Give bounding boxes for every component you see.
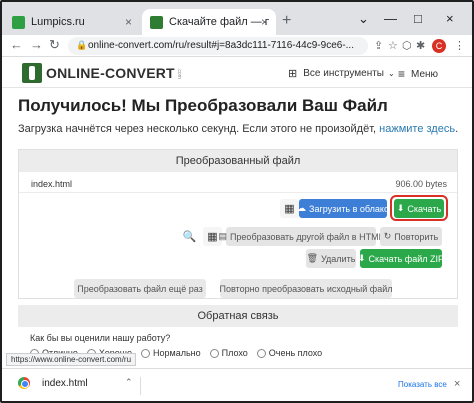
- chrome-file-icon: [18, 377, 30, 389]
- convert-other-button[interactable]: ▤ Преобразовать другой файл в HTML: [218, 227, 384, 246]
- feedback-question: Как бы вы оценили нашу работу?: [30, 333, 171, 343]
- forward-icon[interactable]: →: [30, 37, 43, 52]
- logo-mark-icon: [22, 63, 42, 83]
- lock-icon: 🔒: [76, 40, 88, 50]
- download-here-link[interactable]: нажмите здесь: [379, 123, 455, 135]
- browser-window: Lumpics.ru × Скачайте файл — преобразова…: [0, 0, 474, 403]
- new-tab-button[interactable]: +: [282, 12, 291, 30]
- radio-icon: [256, 348, 266, 358]
- tab-strip: Lumpics.ru × Скачайте файл — преобразова…: [2, 2, 472, 35]
- minimize-button[interactable]: —: [384, 11, 397, 26]
- close-downloads-icon[interactable]: ×: [454, 378, 460, 390]
- download-zip-button[interactable]: ⬇ Скачать файл ZIP: [358, 249, 444, 268]
- download-label: Скачать: [407, 203, 442, 214]
- avatar[interactable]: C: [432, 39, 446, 53]
- tab-lumpics[interactable]: Lumpics.ru ×: [4, 9, 140, 35]
- star-icon[interactable]: ☆: [388, 39, 398, 52]
- rating-label: Плохо: [221, 348, 248, 358]
- extension-icon[interactable]: ⬡: [402, 39, 412, 52]
- radio-icon: [141, 348, 151, 358]
- download-icon: ⬇: [358, 253, 366, 263]
- all-tools-menu[interactable]: ⊞ Все инструменты ⌄: [288, 67, 395, 80]
- lumpics-favicon-icon: [12, 15, 25, 29]
- extensions-puzzle-icon[interactable]: ✱: [416, 39, 425, 52]
- file-icon: ▤: [218, 231, 227, 241]
- page-title: Получилось! Мы Преобразовали Ваш Файл: [18, 96, 388, 115]
- reconvert-source-button[interactable]: Повторно преобразовать исходный файл: [220, 279, 393, 298]
- address-row: ← → ↻ 🔒 online-convert.com/ru/result#j=8…: [2, 35, 472, 57]
- tab-title: Скачайте файл — преобразовано: [169, 16, 269, 28]
- upload-cloud-label: Загрузить в облако: [309, 203, 389, 214]
- rating-option-very-bad[interactable]: Очень плохо: [256, 348, 323, 358]
- refresh-icon: ↻: [383, 231, 392, 241]
- url-text: online-convert.com/ru/result#j=8a3dc111-…: [88, 40, 354, 51]
- hamburger-icon: ≡: [398, 67, 406, 81]
- grid-icon: ⊞: [288, 68, 298, 80]
- reload-icon[interactable]: ↻: [49, 37, 60, 53]
- qr-code-icon: ▦: [207, 231, 218, 243]
- subtitle-text: Загрузка начнётся через несколько секунд…: [18, 123, 377, 135]
- convert-other-label: Преобразовать другой файл в HTML: [229, 231, 384, 242]
- divider: [19, 192, 457, 193]
- tab-title: Lumpics.ru: [31, 16, 85, 28]
- tab-online-convert[interactable]: Скачайте файл — преобразовано ×: [142, 9, 276, 35]
- rating-label: Очень плохо: [268, 348, 323, 358]
- trash-icon: 🗑: [306, 253, 319, 263]
- tab-close-icon[interactable]: ×: [261, 15, 268, 29]
- site-logo[interactable]: ONLINE-CONVERT .com: [22, 63, 182, 83]
- file-size: 906.00 bytes: [395, 179, 447, 189]
- cloud-upload-icon: ☁: [297, 203, 307, 213]
- rating-option-bad[interactable]: Плохо: [209, 348, 248, 358]
- download-zip-label: Скачать файл ZIP: [368, 253, 444, 264]
- show-all-link[interactable]: Показать все: [398, 380, 447, 389]
- tab-close-icon[interactable]: ×: [125, 15, 132, 29]
- panel-header: Преобразованный файл: [19, 150, 457, 172]
- back-icon[interactable]: ←: [10, 37, 23, 52]
- rating-label: Нормально: [153, 348, 201, 358]
- subtitle-end: .: [455, 123, 459, 135]
- search-button[interactable]: 🔍: [180, 227, 199, 246]
- download-file-name: index.html: [42, 377, 88, 389]
- address-bar[interactable]: 🔒 online-convert.com/ru/result#j=8a3dc11…: [68, 37, 368, 55]
- repeat-button[interactable]: ↻ Повторить: [380, 227, 442, 246]
- menu-label: Меню: [411, 68, 439, 80]
- site-menu-button[interactable]: ≡ Меню: [398, 67, 438, 81]
- logo-suffix: .com: [175, 67, 182, 79]
- close-window-button[interactable]: ×: [446, 11, 454, 26]
- maximize-button[interactable]: □: [414, 11, 422, 26]
- tab-search-icon[interactable]: ⌄: [358, 11, 369, 27]
- all-tools-label: Все инструменты: [303, 68, 384, 79]
- page-subtitle: Загрузка начнётся через несколько секунд…: [18, 123, 458, 135]
- download-icon: ⬇: [396, 203, 405, 213]
- more-menu-icon[interactable]: ⋮: [454, 39, 465, 52]
- share-icon[interactable]: ⇪: [374, 39, 383, 52]
- search-icon: 🔍: [182, 231, 197, 243]
- qr-code-icon: ▦: [284, 203, 295, 215]
- divider: [140, 377, 141, 395]
- logo-text: ONLINE-CONVERT: [46, 65, 175, 81]
- radio-icon: [209, 348, 219, 358]
- delete-label: Удалить: [321, 253, 356, 264]
- file-name: index.html: [31, 179, 73, 189]
- convert-again-button[interactable]: Преобразовать файл ещё раз: [74, 279, 206, 298]
- download-item[interactable]: index.html: [18, 377, 88, 389]
- delete-button[interactable]: 🗑 Удалить: [306, 249, 356, 268]
- rating-option-normal[interactable]: Нормально: [141, 348, 201, 358]
- online-convert-favicon-icon: [150, 15, 163, 29]
- repeat-label: Повторить: [394, 231, 439, 242]
- feedback-header: Обратная связь: [18, 305, 458, 327]
- status-bar-url: https://www.online-convert.com/ru: [6, 353, 137, 366]
- chevron-up-icon[interactable]: ⌃: [125, 377, 133, 388]
- upload-cloud-button[interactable]: ☁ Загрузить в облако: [297, 199, 389, 218]
- download-button[interactable]: ⬇ Скачать: [394, 199, 444, 218]
- site-header: ONLINE-CONVERT .com ⊞ Все инструменты ⌄ …: [2, 58, 472, 88]
- chevron-down-icon: ⌄: [387, 69, 395, 78]
- converted-file-panel: Преобразованный файл index.html 906.00 b…: [18, 149, 458, 299]
- downloads-bar: index.html ⌃ Показать все ×: [2, 368, 472, 401]
